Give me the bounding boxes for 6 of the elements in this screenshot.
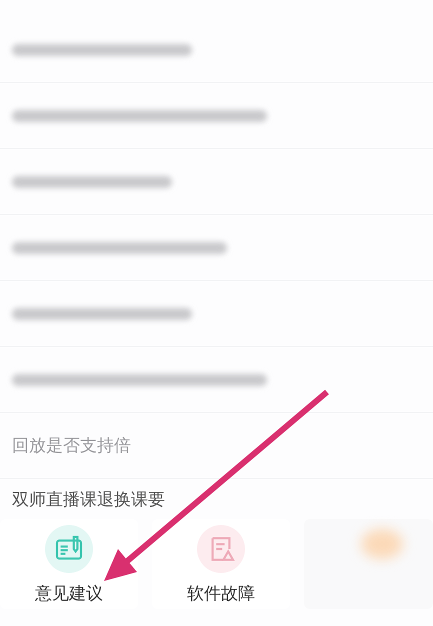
note-pen-icon bbox=[45, 525, 93, 573]
document-warning-icon bbox=[197, 525, 245, 573]
category-label: 意见建议 bbox=[35, 583, 103, 605]
blurred-icon bbox=[361, 529, 403, 559]
category-label: 软件故障 bbox=[187, 583, 255, 605]
faq-question[interactable]: 双师直播课退换课要 bbox=[12, 488, 165, 510]
